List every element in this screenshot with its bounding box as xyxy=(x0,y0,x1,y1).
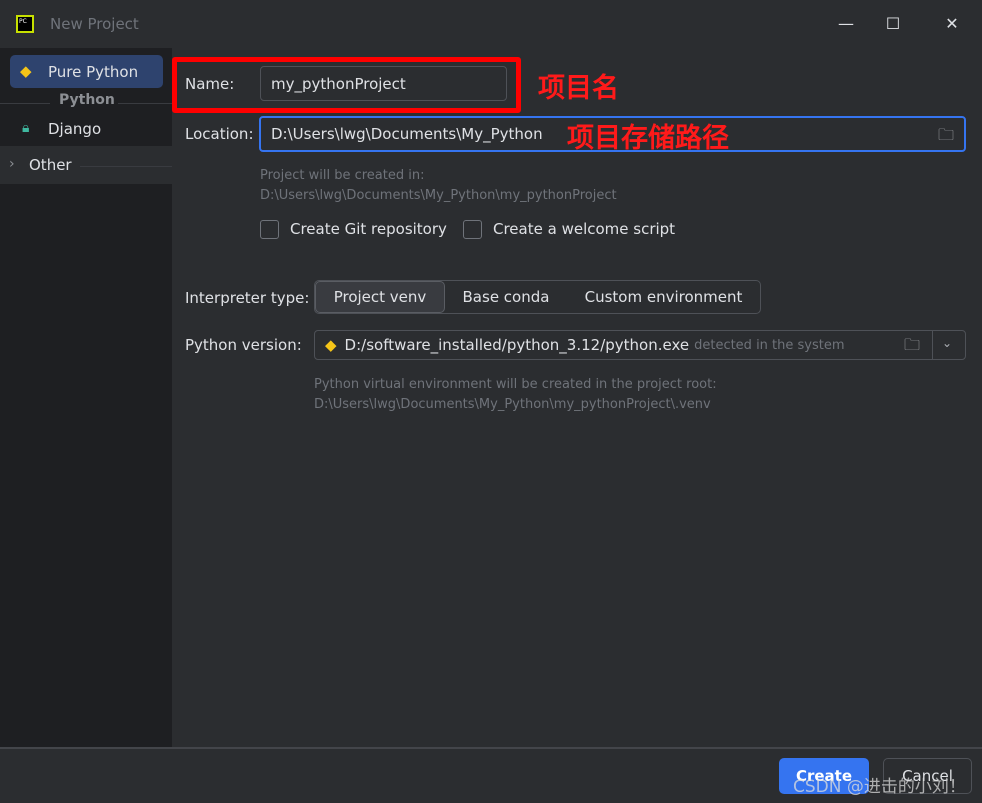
detected-hint: detected in the system xyxy=(694,337,845,353)
name-value: my_pythonProject xyxy=(271,74,406,93)
tab-custom-environment[interactable]: Custom environment xyxy=(567,281,760,313)
created-in-hint: Project will be created in: xyxy=(260,168,425,183)
location-label: Location: xyxy=(185,125,254,143)
git-checkbox[interactable] xyxy=(260,220,279,239)
lock-icon: 🔒︎ xyxy=(22,120,30,136)
location-value: D:\Users\lwg\Documents\My_Python xyxy=(271,125,543,143)
python-path: D:/software_installed/python_3.12/python… xyxy=(344,336,690,354)
folder-icon[interactable]: 🗀 xyxy=(938,124,954,151)
git-label: Create Git repository xyxy=(290,220,447,238)
python-icon: ◆ xyxy=(325,336,337,354)
sidebar-item-django[interactable]: Django xyxy=(48,120,101,138)
minimize-button[interactable]: — xyxy=(836,14,856,34)
pycharm-logo-icon: PC xyxy=(16,15,34,33)
python-version-label: Python version: xyxy=(185,336,302,354)
interpreter-type-segmented: Project venv Base conda Custom environme… xyxy=(314,280,761,314)
annotation-location: 项目存储路径 xyxy=(567,123,729,154)
chevron-down-icon[interactable]: ⌄ xyxy=(942,336,952,350)
venv-path: D:\Users\lwg\Documents\My_Python\my_pyth… xyxy=(314,397,711,412)
name-input[interactable]: my_pythonProject xyxy=(260,66,507,101)
python-version-select[interactable]: ◆ D:/software_installed/python_3.12/pyth… xyxy=(314,330,966,360)
other-section xyxy=(0,146,172,184)
close-button[interactable]: ✕ xyxy=(942,14,962,34)
interpreter-type-label: Interpreter type: xyxy=(185,289,310,307)
divider xyxy=(118,103,172,104)
maximize-button[interactable]: ☐ xyxy=(883,14,903,34)
window-title: New Project xyxy=(50,15,139,33)
tab-base-conda[interactable]: Base conda xyxy=(445,281,567,313)
chevron-right-icon[interactable]: › xyxy=(9,156,15,172)
welcome-checkbox[interactable] xyxy=(463,220,482,239)
group-label-python: Python xyxy=(59,92,115,108)
divider xyxy=(932,331,933,359)
annotation-name: 项目名 xyxy=(538,73,619,104)
sidebar-item-other[interactable]: Other xyxy=(29,156,72,174)
title-bar xyxy=(0,0,982,48)
sidebar-item-label: Pure Python xyxy=(48,63,139,81)
python-icon: ◆ xyxy=(20,62,32,80)
tab-project-venv[interactable]: Project venv xyxy=(315,281,445,313)
watermark: CSDN @进击的小刘！ xyxy=(793,777,966,797)
venv-hint: Python virtual environment will be creat… xyxy=(314,377,717,392)
welcome-label: Create a welcome script xyxy=(493,220,676,238)
name-label: Name: xyxy=(185,75,235,93)
divider xyxy=(80,166,172,167)
divider xyxy=(0,103,50,104)
folder-icon[interactable]: 🗀 xyxy=(904,334,920,361)
created-in-path: D:\Users\lwg\Documents\My_Python\my_pyth… xyxy=(260,188,617,203)
